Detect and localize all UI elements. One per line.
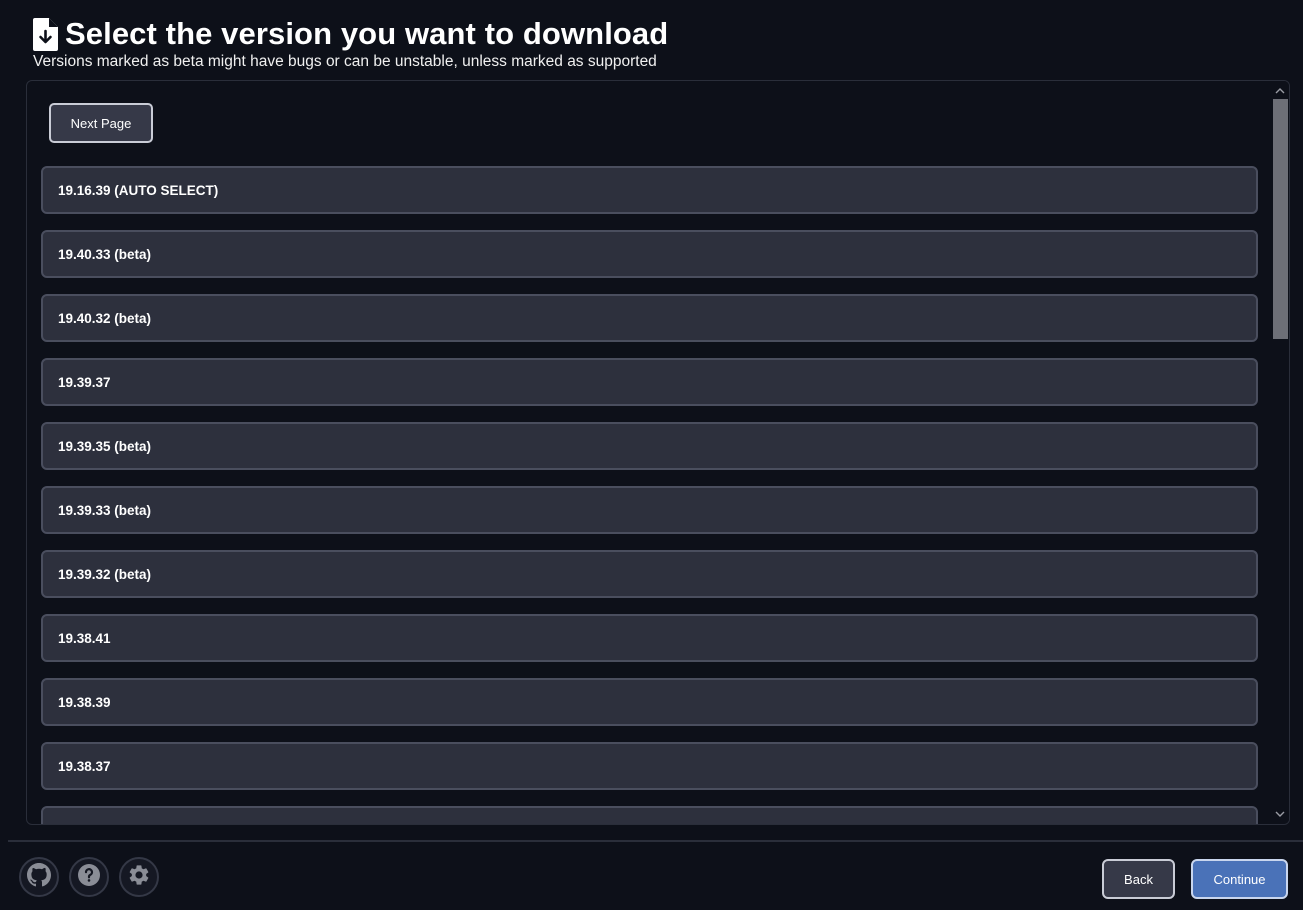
github-icon — [27, 862, 51, 892]
footer-divider — [8, 840, 1303, 842]
scroll-down-arrow-icon[interactable] — [1271, 806, 1289, 822]
version-label: 19.39.32 (beta) — [58, 566, 152, 582]
version-item[interactable]: 19.38.41 — [41, 614, 1258, 662]
version-item[interactable]: 19.40.33 (beta) — [41, 230, 1258, 278]
page-subtitle: Versions marked as beta might have bugs … — [33, 53, 657, 70]
version-label: 19.39.33 (beta) — [58, 502, 152, 518]
github-button[interactable] — [19, 857, 59, 897]
version-item[interactable]: 19.16.39 (AUTO SELECT) — [41, 166, 1258, 214]
version-label: 19.38.39 — [58, 694, 111, 710]
file-download-icon — [33, 17, 58, 51]
scroll-up-arrow-icon[interactable] — [1271, 82, 1289, 98]
version-label: 19.38.37 — [58, 758, 111, 774]
version-item[interactable]: 19.39.32 (beta) — [41, 550, 1258, 598]
title-row: Select the version you want to download — [33, 16, 1273, 52]
version-item[interactable]: 19.38.37 — [41, 742, 1258, 790]
scroll-thumb[interactable] — [1273, 99, 1288, 339]
gear-icon — [127, 863, 151, 892]
continue-button[interactable]: Continue — [1191, 859, 1288, 899]
version-label: 19.39.37 — [58, 374, 111, 390]
version-item[interactable]: 19.40.32 (beta) — [41, 294, 1258, 342]
page-title: Select the version you want to download — [65, 16, 669, 51]
version-label: 19.38.41 — [58, 630, 111, 646]
page-header: Select the version you want to download … — [33, 16, 1273, 71]
version-label: 19.40.33 (beta) — [58, 246, 152, 262]
version-label: 19.16.39 (AUTO SELECT) — [58, 182, 219, 198]
version-item[interactable]: 19.39.33 (beta) — [41, 486, 1258, 534]
next-page-button[interactable]: Next Page — [49, 103, 153, 143]
version-label: 19.39.35 (beta) — [58, 438, 152, 454]
back-button[interactable]: Back — [1102, 859, 1175, 899]
version-list: 19.16.39 (AUTO SELECT) 19.40.33 (beta) 1… — [41, 166, 1258, 824]
settings-button[interactable] — [119, 857, 159, 897]
version-item[interactable]: 19.39.35 (beta) — [41, 422, 1258, 470]
help-button[interactable] — [69, 857, 109, 897]
help-icon — [77, 863, 101, 892]
version-item[interactable]: 19.38.39 — [41, 678, 1258, 726]
vertical-scrollbar[interactable] — [1271, 81, 1289, 824]
version-label: 19.40.32 (beta) — [58, 310, 152, 326]
version-panel: Next Page 19.16.39 (AUTO SELECT) 19.40.3… — [26, 80, 1290, 825]
version-item[interactable] — [41, 806, 1258, 824]
version-item[interactable]: 19.39.37 — [41, 358, 1258, 406]
